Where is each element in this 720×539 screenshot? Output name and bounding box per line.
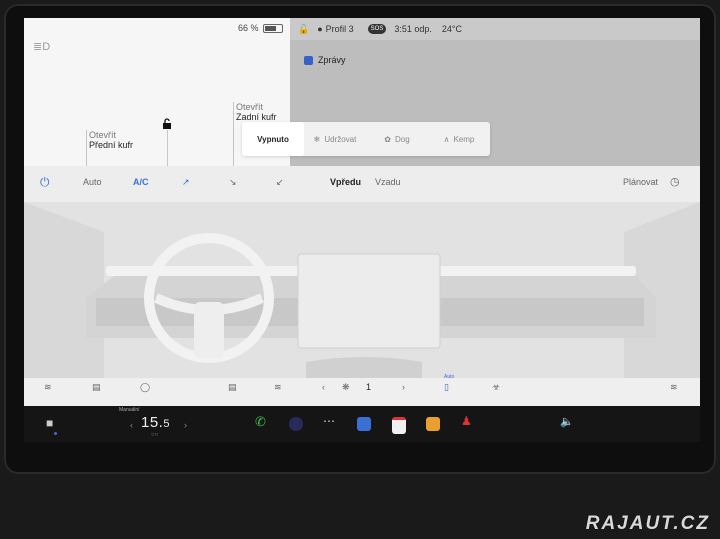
tent-icon: ∧ (443, 134, 450, 144)
car-icon[interactable]: ■ (46, 416, 53, 430)
power-icon[interactable]: ⏻ (40, 175, 50, 190)
temp-decrease-icon[interactable]: ‹ (130, 420, 133, 430)
messages-item[interactable]: Zprávy (304, 55, 346, 65)
keep-icon: ❄ (313, 134, 321, 144)
airflow-face-icon[interactable]: ↗ (182, 177, 190, 188)
front-defrost-icon[interactable]: ▤ (228, 382, 237, 393)
paw-icon: ✿ (384, 134, 391, 144)
battery-indicator: 66 % (238, 23, 283, 33)
sos-button[interactable]: SOS (367, 24, 387, 34)
temp-increase-icon[interactable]: › (184, 420, 187, 430)
battery-percent: 66 % (238, 23, 259, 33)
profile-label: Profil 3 (325, 24, 354, 34)
mode-keep[interactable]: ❄ Udržovat (304, 122, 366, 156)
clock-icon[interactable]: ◷ (670, 175, 680, 188)
trunk-label: Zadní kufr (236, 112, 277, 122)
climate-top-bar: ⏻ Auto A/C ↗ ↘ ↙ Vpředu Vzadu Plánovat ◷ (24, 166, 700, 202)
temp-fraction: 5 (163, 418, 170, 430)
mode-camp[interactable]: ∧ Kemp (428, 122, 490, 156)
mode-off-label: Vypnuto (257, 134, 289, 144)
messages-icon (304, 55, 313, 65)
mode-off[interactable]: Vypnuto (242, 122, 304, 156)
messages-app-icon[interactable] (357, 417, 371, 431)
schedule-button[interactable]: Plánovat (623, 177, 658, 187)
bioweapon-defense-icon[interactable]: ☣ (492, 382, 500, 393)
battery-icon (262, 23, 283, 33)
outside-temperature: 24°C (441, 24, 462, 34)
profile-icon: ● (317, 24, 323, 34)
temp-mode-caption: Manuální (119, 407, 140, 413)
recirculation-icon[interactable]: ▯ (444, 382, 449, 393)
wiper-defrost-icon[interactable]: ≋ (274, 382, 282, 393)
rear-tab[interactable]: Vzadu (375, 177, 401, 187)
toybox-icon[interactable] (426, 417, 440, 431)
recirculation-auto-label: Auto (444, 374, 455, 380)
fan-icon: ❋ (342, 382, 350, 392)
messages-label: Zprávy (318, 55, 346, 65)
airflow-feet-icon[interactable]: ↘ (229, 177, 237, 188)
cabin-illustration (24, 202, 700, 378)
front-tab[interactable]: Vpředu (330, 177, 361, 187)
sos-icon: SOS (367, 24, 387, 34)
steering-heat-icon[interactable]: ◯ (140, 382, 150, 393)
cabin-temperature[interactable]: 15.5 (141, 414, 170, 431)
more-apps-icon[interactable]: ⋯ (323, 414, 337, 428)
fan-decrease-icon[interactable]: ‹ (322, 382, 325, 392)
auto-button[interactable]: Auto (83, 177, 102, 187)
profile-button[interactable]: ● Profil 3 (317, 24, 353, 34)
seat-heat-right-icon[interactable]: ≋ (670, 382, 678, 393)
car-active-dot (54, 432, 57, 435)
unlock-icon[interactable] (161, 118, 173, 130)
airflow-defrost-icon[interactable]: ↙ (276, 177, 284, 188)
rear-defrost-icon[interactable]: ▤ (92, 382, 101, 393)
seat-icons[interactable]: ○○ (151, 432, 158, 438)
status-bar: 🔓 ● Profil 3 SOS 3:51 odp. 24°C (290, 18, 700, 40)
mode-camp-label: Kemp (453, 134, 475, 144)
trunk-action: Otevřít (236, 102, 264, 112)
clock: 3:51 odp. (394, 24, 432, 34)
climate-bottom-bar: ≋ ▤ ◯ ▤ ≋ ‹ ❋ 1 › Auto ▯ ☣ ≋ (24, 374, 700, 406)
seat-heat-left-icon[interactable]: ≋ (44, 382, 52, 393)
car-divider (167, 130, 168, 166)
temp-whole: 15. (141, 414, 164, 431)
calendar-icon[interactable] (392, 417, 406, 434)
fan-increase-icon[interactable]: › (402, 382, 405, 392)
battery-fill (264, 25, 276, 31)
touchscreen: ≣D 66 % Otevřít Přední kufr Otevřít Zadn… (24, 18, 700, 406)
mode-dog[interactable]: ✿ Dog (366, 122, 428, 156)
camera-icon[interactable] (289, 417, 303, 431)
bottom-dock: ■ Manuální ‹ 15.5 › ○○ ✆ ⋯ ♟ 🔈 (24, 406, 700, 442)
headlights-icon[interactable]: ≣D (33, 40, 50, 53)
mode-dog-label: Dog (395, 134, 410, 144)
volume-icon[interactable]: 🔈 (560, 415, 574, 429)
joystick-icon[interactable]: ♟ (461, 414, 475, 428)
mode-keep-label: Udržovat (324, 134, 357, 144)
frunk-action: Otevřít (89, 130, 117, 140)
open-frunk-button[interactable]: Otevřít Přední kufr (86, 130, 133, 166)
watermark: RAJAUT.CZ (585, 513, 710, 534)
lock-status-icon[interactable]: 🔓 (298, 24, 309, 35)
frunk-label: Přední kufr (89, 140, 134, 150)
fan-speed: 1 (366, 382, 372, 392)
ac-button[interactable]: A/C (133, 177, 149, 187)
phone-icon[interactable]: ✆ (255, 414, 269, 429)
climate-mode-selector: Vypnuto ❄ Udržovat ✿ Dog ∧ Kemp (242, 122, 490, 156)
